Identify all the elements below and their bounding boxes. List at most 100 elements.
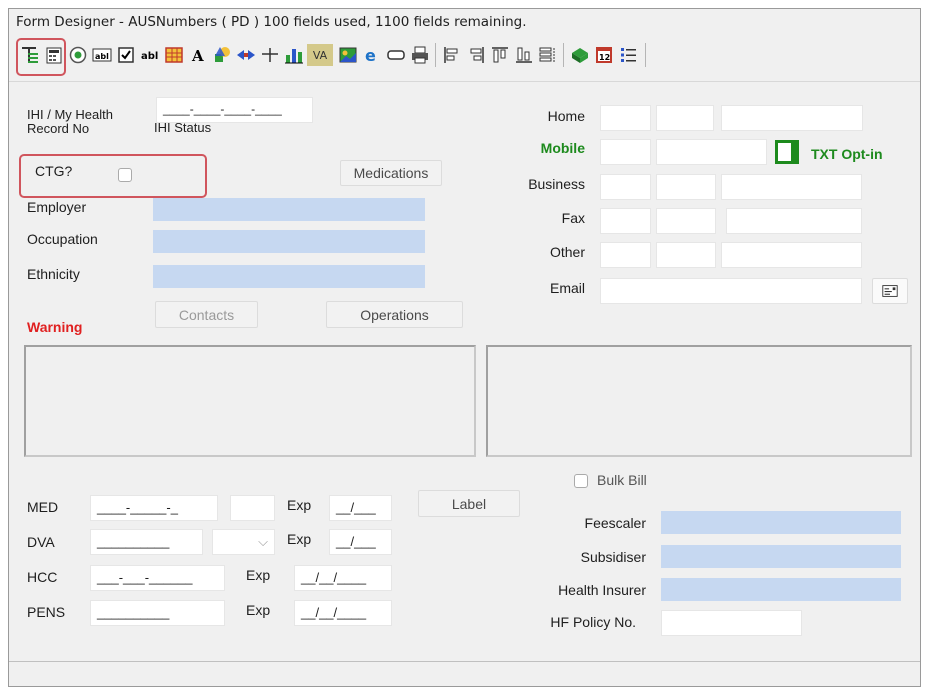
- txt-optin-checkbox[interactable]: [775, 140, 799, 164]
- dva-card-select[interactable]: ⌵: [212, 529, 275, 555]
- business-area-field[interactable]: [600, 174, 651, 200]
- other-area-field[interactable]: [600, 242, 651, 268]
- font-icon[interactable]: A: [187, 44, 209, 66]
- book-icon[interactable]: [569, 44, 591, 66]
- pens-exp-label: Exp: [246, 602, 271, 618]
- textbox-icon[interactable]: abl: [91, 44, 113, 66]
- hf-policy-label: HF Policy No.: [550, 614, 636, 630]
- hf-policy-field[interactable]: [661, 610, 802, 636]
- other-number-field[interactable]: [721, 242, 862, 268]
- svg-text:e: e: [365, 46, 376, 65]
- dva-field[interactable]: __________: [90, 529, 203, 555]
- email-label: Email: [549, 280, 585, 296]
- mobile-area-field[interactable]: [600, 139, 651, 165]
- subsidiser-label: Subsidiser: [580, 549, 646, 565]
- align-bottom-icon[interactable]: [513, 44, 535, 66]
- svg-text:12: 12: [599, 53, 610, 62]
- home-label: Home: [547, 108, 585, 124]
- ctg-checkbox[interactable]: [118, 168, 132, 182]
- notes-memo[interactable]: [486, 345, 912, 457]
- ethnicity-label: Ethnicity: [27, 266, 80, 282]
- print-icon[interactable]: [409, 44, 431, 66]
- hcc-exp-label: Exp: [246, 567, 271, 583]
- business-number-field[interactable]: [721, 174, 862, 200]
- employer-field[interactable]: [153, 198, 425, 221]
- label-icon[interactable]: abl: [139, 44, 161, 66]
- shapes-icon[interactable]: [211, 44, 233, 66]
- med-label: MED: [27, 499, 59, 515]
- dva-label: DVA: [27, 534, 55, 550]
- email-field[interactable]: [600, 278, 862, 304]
- tree-icon-highlight: [16, 38, 66, 76]
- occupation-field[interactable]: [153, 230, 425, 253]
- button-icon[interactable]: [385, 44, 407, 66]
- health-insurer-label: Health Insurer: [558, 582, 646, 598]
- radio-button-icon[interactable]: [67, 44, 89, 66]
- business-prefix-field[interactable]: [656, 174, 716, 200]
- hcc-exp-field[interactable]: __/__/____: [294, 565, 392, 591]
- other-prefix-field[interactable]: [656, 242, 716, 268]
- mobile-number-field[interactable]: [656, 139, 767, 165]
- fax-number-field[interactable]: [726, 208, 862, 234]
- status-bar: [9, 661, 920, 686]
- fax-area-field[interactable]: [600, 208, 651, 234]
- warning-memo[interactable]: [24, 345, 476, 457]
- feescaler-field[interactable]: [661, 511, 901, 534]
- med-exp-label: Exp: [287, 497, 312, 513]
- label-button[interactable]: Label: [418, 490, 520, 517]
- mobile-label: Mobile: [540, 140, 585, 156]
- dva-exp-label: Exp: [287, 531, 312, 547]
- toolbar-separator: [563, 43, 564, 67]
- pens-exp-field[interactable]: __/__/____: [294, 600, 392, 626]
- fax-prefix-field[interactable]: [656, 208, 716, 234]
- image-icon[interactable]: [337, 44, 359, 66]
- bar-chart-icon[interactable]: [283, 44, 305, 66]
- employer-label: Employer: [27, 199, 87, 215]
- checkbox-icon[interactable]: [115, 44, 137, 66]
- contacts-button[interactable]: Contacts: [155, 301, 258, 328]
- bulk-bill-checkbox[interactable]: [574, 474, 588, 488]
- home-number-field[interactable]: [721, 105, 863, 131]
- home-prefix-field[interactable]: [656, 105, 714, 131]
- distribute-icon[interactable]: [537, 44, 559, 66]
- grid-icon[interactable]: [163, 44, 185, 66]
- med-irn-field[interactable]: [230, 495, 275, 521]
- ethnicity-field[interactable]: [153, 265, 425, 288]
- med-exp-field[interactable]: __/___: [329, 495, 392, 521]
- med-field[interactable]: ____-_____-_: [90, 495, 218, 521]
- form-designer-window: Form Designer - AUSNumbers ( PD ) 100 fi…: [8, 8, 921, 687]
- other-label: Other: [549, 244, 585, 260]
- hcc-label: HCC: [27, 569, 58, 585]
- toolbar-separator: [645, 43, 646, 67]
- browser-icon[interactable]: e: [361, 44, 383, 66]
- variable-icon[interactable]: VA: [307, 44, 333, 66]
- line-icon[interactable]: [259, 44, 281, 66]
- svg-text:abl: abl: [141, 51, 158, 62]
- email-compose-icon: [882, 285, 898, 297]
- feescaler-label: Feescaler: [584, 515, 646, 531]
- list-icon[interactable]: [617, 44, 639, 66]
- email-compose-button[interactable]: [872, 278, 908, 304]
- ihi-label: IHI / My Health Record No: [27, 107, 113, 136]
- toolbar: abl abl A VA e 12: [9, 34, 920, 78]
- subsidiser-field[interactable]: [661, 545, 901, 568]
- dva-exp-field[interactable]: __/___: [329, 529, 392, 555]
- align-top-icon[interactable]: [489, 44, 511, 66]
- pens-field[interactable]: __________: [90, 600, 225, 626]
- window-title: Form Designer - AUSNumbers ( PD ) 100 fi…: [9, 9, 920, 34]
- medications-button[interactable]: Medications: [340, 160, 442, 186]
- toolbar-separator: [435, 43, 436, 67]
- align-left-icon[interactable]: [441, 44, 463, 66]
- svg-text:A: A: [191, 47, 204, 65]
- home-area-field[interactable]: [600, 105, 651, 131]
- arrows-icon[interactable]: [235, 44, 257, 66]
- health-insurer-field[interactable]: [661, 578, 901, 601]
- operations-button[interactable]: Operations: [326, 301, 463, 328]
- calendar-icon[interactable]: 12: [593, 44, 615, 66]
- align-right-icon[interactable]: [465, 44, 487, 66]
- ihi-status-label: IHI Status: [154, 120, 212, 135]
- svg-text:abl: abl: [95, 52, 109, 61]
- hcc-field[interactable]: ___-___-______: [90, 565, 225, 591]
- fax-label: Fax: [561, 210, 585, 226]
- form-panel: IHI / My Health Record No ____-____-____…: [9, 81, 920, 661]
